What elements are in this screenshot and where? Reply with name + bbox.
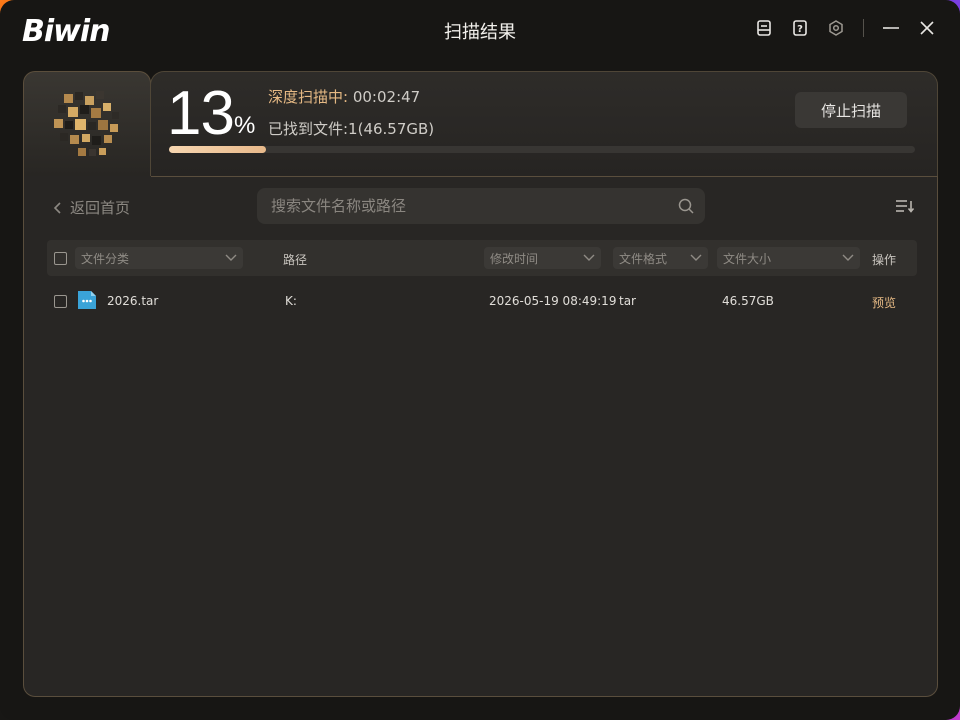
progress-bar: [169, 146, 915, 153]
minimize-icon[interactable]: [880, 17, 902, 39]
action-header: 操作: [872, 253, 897, 267]
title-bar: Biwin 扫描结果 ?: [0, 0, 960, 62]
scan-animation-tab: [23, 71, 151, 182]
file-name: 2026.tar: [107, 294, 159, 308]
title-bar-divider: [863, 19, 864, 37]
elapsed-time: 00:02:47: [352, 88, 421, 106]
file-type-icon: [76, 290, 98, 314]
chevron-down-icon: [690, 254, 702, 261]
preview-link[interactable]: 预览: [872, 294, 896, 311]
search-input[interactable]: [269, 196, 673, 216]
results-panel: 返回首页 文件分类 路径 修改时间 文件格式: [23, 176, 938, 697]
chevron-down-icon: [225, 254, 237, 261]
svg-text:?: ?: [797, 24, 803, 35]
file-size: 46.57GB: [722, 294, 774, 308]
back-home-label: 返回首页: [70, 199, 131, 217]
close-icon[interactable]: [916, 17, 938, 39]
app-window: Biwin 扫描结果 ? 13 % 深度扫描中: 00:02:47 已找到文件:…: [0, 0, 960, 720]
modified-header-label: 修改时间: [490, 251, 539, 266]
window-controls: ?: [753, 17, 938, 39]
modified-sort-dropdown[interactable]: 修改时间: [484, 247, 601, 269]
cube-cluster-icon: [54, 91, 119, 156]
size-header-label: 文件大小: [723, 251, 772, 266]
file-modified: 2026-05-19 08:49:19: [489, 294, 617, 308]
size-filter-dropdown[interactable]: 文件大小: [717, 247, 860, 269]
format-filter-dropdown[interactable]: 文件格式: [613, 247, 708, 269]
chevron-left-icon: [53, 201, 61, 214]
progress-percent-sign: %: [234, 112, 256, 139]
help-icon[interactable]: ?: [789, 17, 811, 39]
chevron-down-icon: [583, 254, 595, 261]
path-header: 路径: [283, 253, 308, 267]
stop-scan-button[interactable]: 停止扫描: [795, 92, 907, 128]
sort-icon[interactable]: [895, 198, 915, 218]
feedback-icon[interactable]: [753, 17, 775, 39]
scan-progress-panel: 13 % 深度扫描中: 00:02:47 已找到文件:1(46.57GB) 停止…: [150, 71, 938, 178]
found-files-text: 已找到文件:1(46.57GB): [268, 120, 435, 138]
chevron-down-icon: [842, 254, 854, 261]
scan-status-label: 深度扫描中:: [268, 88, 349, 106]
search-box: [257, 188, 705, 224]
select-all-checkbox[interactable]: [54, 252, 67, 265]
settings-icon[interactable]: [825, 17, 847, 39]
progress-percent: 13: [167, 79, 235, 148]
file-format: tar: [619, 294, 636, 308]
row-checkbox[interactable]: [54, 295, 67, 308]
category-header-label: 文件分类: [81, 251, 130, 266]
category-filter-dropdown[interactable]: 文件分类: [75, 247, 243, 269]
search-icon[interactable]: [677, 197, 695, 219]
format-header-label: 文件格式: [619, 251, 668, 266]
back-home-link[interactable]: 返回首页: [52, 197, 130, 218]
scan-status: 深度扫描中: 00:02:47: [268, 86, 420, 107]
table-row[interactable]: 2026.tar K: 2026-05-19 08:49:19 tar 46.5…: [47, 284, 917, 318]
progress-bar-fill: [169, 146, 266, 153]
table-header: 文件分类 路径 修改时间 文件格式 文件大小 操作: [47, 240, 917, 276]
file-path: K:: [285, 294, 297, 308]
